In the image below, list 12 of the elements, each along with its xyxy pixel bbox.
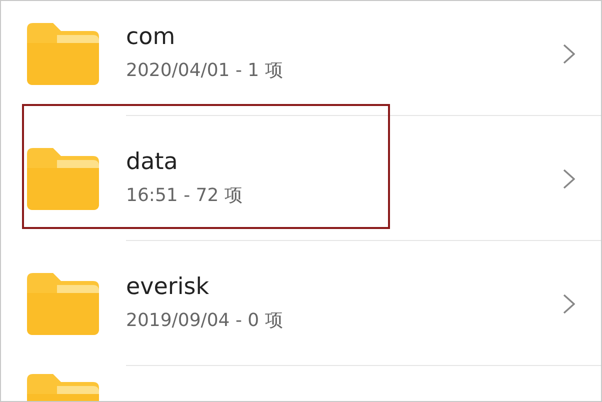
folder-details: 2019/09/04 - 0 项 <box>126 309 284 332</box>
folder-name: everisk <box>126 274 210 300</box>
folder-details: 2020/04/01 - 1 项 <box>126 59 284 82</box>
folder-details: 16:51 - 72 项 <box>126 184 244 207</box>
chevron-right-icon <box>563 44 575 64</box>
folder-icon <box>27 272 99 334</box>
folder-name: com <box>126 24 176 50</box>
folder-icon <box>27 22 99 84</box>
folder-icon <box>27 148 99 210</box>
chevron-right-icon <box>563 294 575 314</box>
chevron-right-icon <box>563 168 575 188</box>
folder-name: data <box>126 149 179 175</box>
